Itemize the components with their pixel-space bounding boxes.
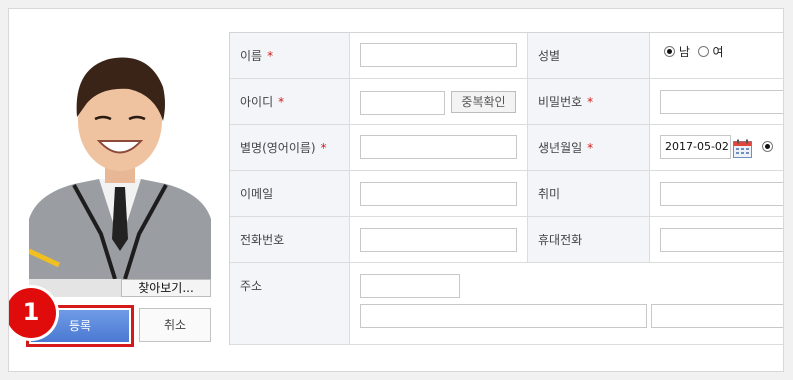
member-form: 이름 * 성별 남 여 아이디 * 중복확인 비밀번호 * 별명(영어이름) *… (229, 32, 783, 345)
mobile-label: 휴대전화 (538, 233, 583, 247)
birthday-label: 생년월일 (538, 141, 583, 155)
registration-panel: 찾아보기... 등록 취소 1 이름 * 성별 남 여 아이디 * 중복확인 비… (8, 8, 784, 372)
name-label: 이름 (240, 49, 263, 63)
gender-label: 성별 (538, 49, 561, 63)
birthday-input[interactable]: 2017-05-02 (660, 135, 731, 159)
zipcode-input[interactable] (360, 274, 460, 298)
name-input[interactable] (360, 43, 517, 67)
address-label: 주소 (240, 279, 263, 293)
calendar-icon[interactable] (733, 139, 752, 158)
mobile-label-cell: 휴대전화 (528, 217, 650, 263)
nickname-input[interactable] (360, 135, 517, 159)
hobby-label: 취미 (538, 187, 561, 201)
mobile-input-cell (650, 217, 783, 263)
address-label-cell: 주소 (230, 263, 350, 345)
address-input[interactable] (360, 304, 647, 328)
gender-female-radio[interactable] (697, 46, 709, 57)
nickname-label: 별명(영어이름) (240, 141, 316, 155)
address-detail-input[interactable] (651, 304, 783, 328)
phone-label: 전화번호 (240, 233, 285, 247)
gender-male-label: 남 (678, 45, 690, 59)
name-label-cell: 이름 * (230, 33, 350, 79)
hobby-input-cell (650, 171, 783, 217)
phone-input-cell (350, 217, 528, 263)
userid-label: 아이디 (240, 95, 274, 109)
duplicate-check-button[interactable]: 중복확인 (451, 91, 516, 113)
userid-input[interactable] (360, 91, 445, 115)
birthday-cell: 2017-05-02 (650, 125, 783, 171)
file-input[interactable]: 찾아보기... (29, 279, 211, 297)
birthday-label-cell: 생년월일 * (528, 125, 650, 171)
phone-input[interactable] (360, 228, 517, 252)
password-label-cell: 비밀번호 * (528, 79, 650, 125)
gender-options: 남 여 (664, 43, 724, 60)
cancel-button[interactable]: 취소 (139, 308, 211, 342)
password-label: 비밀번호 (538, 95, 583, 109)
hobby-label-cell: 취미 (528, 171, 650, 217)
required-mark: * (587, 94, 594, 109)
hobby-input[interactable] (660, 182, 783, 206)
calendar-type-radio[interactable] (762, 141, 773, 152)
browse-button[interactable]: 찾아보기... (121, 279, 211, 297)
nickname-label-cell: 별명(영어이름) * (230, 125, 350, 171)
nickname-input-cell (350, 125, 528, 171)
email-input[interactable] (360, 182, 517, 206)
email-label: 이메일 (240, 187, 274, 201)
profile-photo (29, 29, 211, 279)
password-input-cell (650, 79, 783, 125)
gender-female-label: 여 (712, 45, 724, 59)
gender-male-radio[interactable] (664, 46, 675, 57)
gender-label-cell: 성별 (528, 33, 650, 79)
phone-label-cell: 전화번호 (230, 217, 350, 263)
email-label-cell: 이메일 (230, 171, 350, 217)
step-marker-badge: 1 (9, 288, 56, 338)
userid-label-cell: 아이디 * (230, 79, 350, 125)
name-input-cell (350, 33, 528, 79)
mobile-input[interactable] (660, 228, 783, 252)
required-mark: * (267, 48, 274, 63)
required-mark: * (320, 140, 327, 155)
password-input[interactable] (660, 90, 783, 114)
required-mark: * (587, 140, 594, 155)
required-mark: * (278, 94, 285, 109)
address-cell (350, 263, 783, 345)
email-input-cell (350, 171, 528, 217)
